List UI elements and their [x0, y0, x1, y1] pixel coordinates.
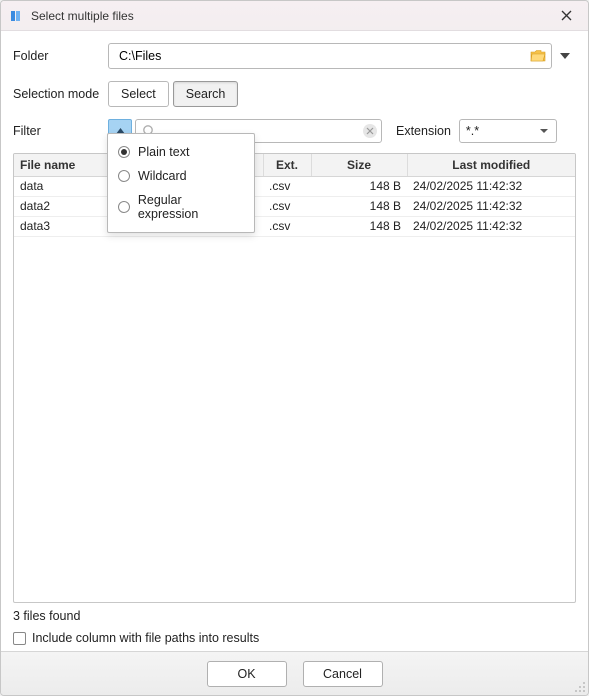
cell-size: 148 B [311, 196, 407, 216]
file-table-header-row: File name Ext. Size Last modified [14, 154, 575, 176]
dialog-footer: OK Cancel [1, 651, 588, 695]
close-button[interactable] [552, 5, 580, 27]
col-last-modified[interactable]: Last modified [407, 154, 575, 176]
selection-mode-row: Selection mode Select Search [13, 81, 576, 107]
table-row[interactable]: data .csv 148 B 24/02/2025 11:42:32 [14, 176, 575, 196]
file-table-wrap: File name Ext. Size Last modified data .… [13, 153, 576, 603]
radio-icon [118, 146, 130, 158]
cell-ext: .csv [263, 196, 311, 216]
folder-menu-chevron[interactable] [554, 53, 576, 59]
selection-mode-search[interactable]: Search [173, 81, 239, 107]
cell-last-modified: 24/02/2025 11:42:32 [407, 216, 575, 236]
cell-size: 148 B [311, 176, 407, 196]
file-table: File name Ext. Size Last modified data .… [14, 154, 575, 237]
cell-ext: .csv [263, 216, 311, 236]
status-text: 3 files found [13, 609, 576, 623]
radio-icon [118, 201, 130, 213]
cell-last-modified: 24/02/2025 11:42:32 [407, 196, 575, 216]
resize-grip-icon[interactable] [572, 679, 586, 693]
extension-value: *.* [466, 124, 479, 138]
checkbox-icon [13, 632, 26, 645]
dialog-body: Folder Selection mode Select Search [1, 31, 588, 651]
titlebar: Select multiple files [1, 1, 588, 31]
include-paths-label: Include column with file paths into resu… [32, 631, 259, 645]
filter-label: Filter [13, 124, 108, 138]
cell-ext: .csv [263, 176, 311, 196]
folder-input-wrap [108, 43, 552, 69]
window-title: Select multiple files [31, 9, 552, 23]
table-row[interactable]: data3 .csv 148 B 24/02/2025 11:42:32 [14, 216, 575, 236]
filter-option-label: Plain text [138, 145, 189, 159]
table-row[interactable]: data2 .csv 148 B 24/02/2025 11:42:32 [14, 196, 575, 216]
app-icon [9, 8, 25, 24]
radio-icon [118, 170, 130, 182]
selection-mode-label: Selection mode [13, 87, 108, 101]
dialog-window: Select multiple files Folder [0, 0, 589, 696]
filter-clear-icon[interactable] [363, 124, 377, 138]
filter-type-popup: Plain text Wildcard Regular expression [107, 133, 255, 233]
filter-option-label: Regular expression [138, 193, 244, 221]
cancel-button[interactable]: Cancel [303, 661, 383, 687]
selection-mode-buttons: Select Search [108, 81, 238, 107]
filter-row: Filter Extension *.* [13, 119, 576, 143]
cell-size: 148 B [311, 216, 407, 236]
filter-option-wildcard[interactable]: Wildcard [108, 164, 254, 188]
folder-browse-icon[interactable] [529, 47, 547, 65]
folder-input[interactable] [117, 44, 527, 68]
extension-label: Extension [396, 124, 451, 138]
ok-button[interactable]: OK [207, 661, 287, 687]
extension-select[interactable]: *.* [459, 119, 557, 143]
include-paths-checkbox[interactable]: Include column with file paths into resu… [13, 631, 576, 645]
col-ext[interactable]: Ext. [263, 154, 311, 176]
folder-row: Folder [13, 43, 576, 69]
col-size[interactable]: Size [311, 154, 407, 176]
selection-mode-select[interactable]: Select [108, 81, 169, 107]
filter-option-regex[interactable]: Regular expression [108, 188, 254, 226]
cell-last-modified: 24/02/2025 11:42:32 [407, 176, 575, 196]
filter-option-label: Wildcard [138, 169, 187, 183]
filter-option-plain-text[interactable]: Plain text [108, 140, 254, 164]
folder-label: Folder [13, 49, 108, 63]
